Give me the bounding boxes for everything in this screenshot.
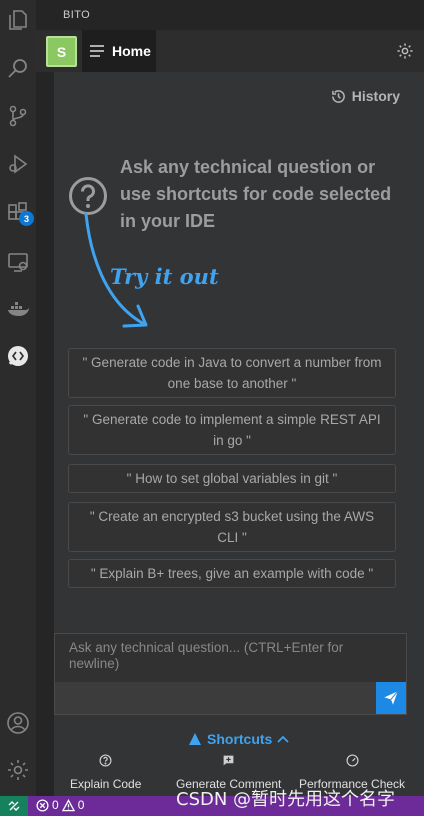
placeholder-line-1: Ask any technical question... (CTRL+Ente… (69, 640, 344, 655)
suggestion-text: one base to another " (167, 376, 297, 391)
panel-title: BITO (63, 9, 91, 21)
placeholder-line-2: newline) (69, 656, 120, 671)
bito-icon[interactable] (5, 343, 31, 369)
question-circle-icon (69, 177, 107, 215)
suggestion-2[interactable]: " Generate code to implement a simple RE… (68, 405, 396, 455)
gauge-icon (346, 754, 359, 767)
input-placeholder: Ask any technical question... (CTRL+Ente… (69, 640, 389, 672)
intro-line-2: use shortcuts for code selected (120, 184, 392, 204)
try-it-out-label: Try it out (110, 264, 219, 289)
remote-explorer-icon[interactable] (5, 249, 31, 275)
shortcuts-icon (189, 733, 201, 745)
shortcuts-label: Shortcuts (207, 731, 273, 747)
suggestion-text: " Generate code to implement a simple RE… (83, 412, 381, 427)
send-icon (384, 691, 399, 705)
curved-arrow-icon: Try it out (84, 212, 219, 328)
explorer-icon[interactable] (5, 7, 31, 33)
suggestion-1[interactable]: " Generate code in Java to convert a num… (68, 348, 396, 398)
vscode-window: 3 BITO S Home History Ask any technical … (0, 0, 424, 816)
suggestion-text: in go " (213, 433, 251, 448)
watermark: CSDN @暂时先用这个名字 (176, 789, 396, 810)
question-input[interactable]: Ask any technical question... (CTRL+Ente… (54, 633, 407, 715)
shortcuts-toggle[interactable]: Shortcuts (188, 731, 289, 747)
warning-count: 0 (77, 798, 85, 812)
suggestion-5[interactable]: " Explain B+ trees, give an example with… (68, 559, 396, 588)
search-icon[interactable] (5, 55, 31, 81)
input-toolbar (55, 682, 406, 714)
chat-area: History Ask any technical question or us… (54, 72, 424, 796)
history-icon (331, 89, 345, 103)
suggestion-text: " How to set global variables in git " (126, 471, 338, 486)
question-circle-icon (99, 754, 112, 767)
error-icon (36, 798, 49, 812)
shortcut-label: Explain Code (70, 777, 142, 791)
tab-home[interactable]: Home (82, 30, 156, 72)
problems-indicator[interactable]: 0 0 (36, 798, 84, 812)
history-label: History (351, 88, 400, 104)
extensions-badge: 3 (19, 211, 34, 226)
history-button[interactable]: History (331, 88, 400, 104)
menu-icon (90, 45, 104, 57)
chevron-up-icon (277, 735, 289, 743)
settings-gear-icon[interactable] (396, 42, 414, 60)
error-count: 0 (52, 798, 59, 812)
send-button[interactable] (376, 682, 406, 714)
run-debug-icon[interactable] (5, 151, 31, 177)
bito-panel: BITO S Home History Ask any technical qu… (36, 0, 424, 796)
tab-home-label: Home (112, 43, 151, 59)
activity-bar: 3 (0, 0, 36, 796)
warning-icon (61, 798, 75, 811)
shortcut-explain-code[interactable]: Explain Code (70, 754, 141, 791)
intro-line-1: Ask any technical question or (120, 157, 376, 177)
bito-topbar: S Home (36, 30, 424, 72)
account-icon[interactable] (5, 710, 31, 736)
suggestion-text: CLI " (217, 530, 247, 545)
avatar[interactable]: S (46, 36, 77, 67)
suggestion-4[interactable]: " Create an encrypted s3 bucket using th… (68, 502, 396, 552)
suggestion-text: " Generate code in Java to convert a num… (82, 355, 382, 370)
remote-indicator[interactable] (0, 796, 28, 816)
try-it-out-hint: Try it out (84, 212, 244, 342)
suggestion-text: " Explain B+ trees, give an example with… (90, 566, 374, 581)
comment-plus-icon (223, 755, 234, 766)
manage-gear-icon[interactable] (5, 757, 31, 783)
docker-icon[interactable] (5, 296, 31, 322)
remote-icon (8, 801, 20, 811)
source-control-icon[interactable] (5, 103, 31, 129)
suggestion-text: " Create an encrypted s3 bucket using th… (89, 509, 375, 524)
suggestion-3[interactable]: " How to set global variables in git " (68, 464, 396, 493)
